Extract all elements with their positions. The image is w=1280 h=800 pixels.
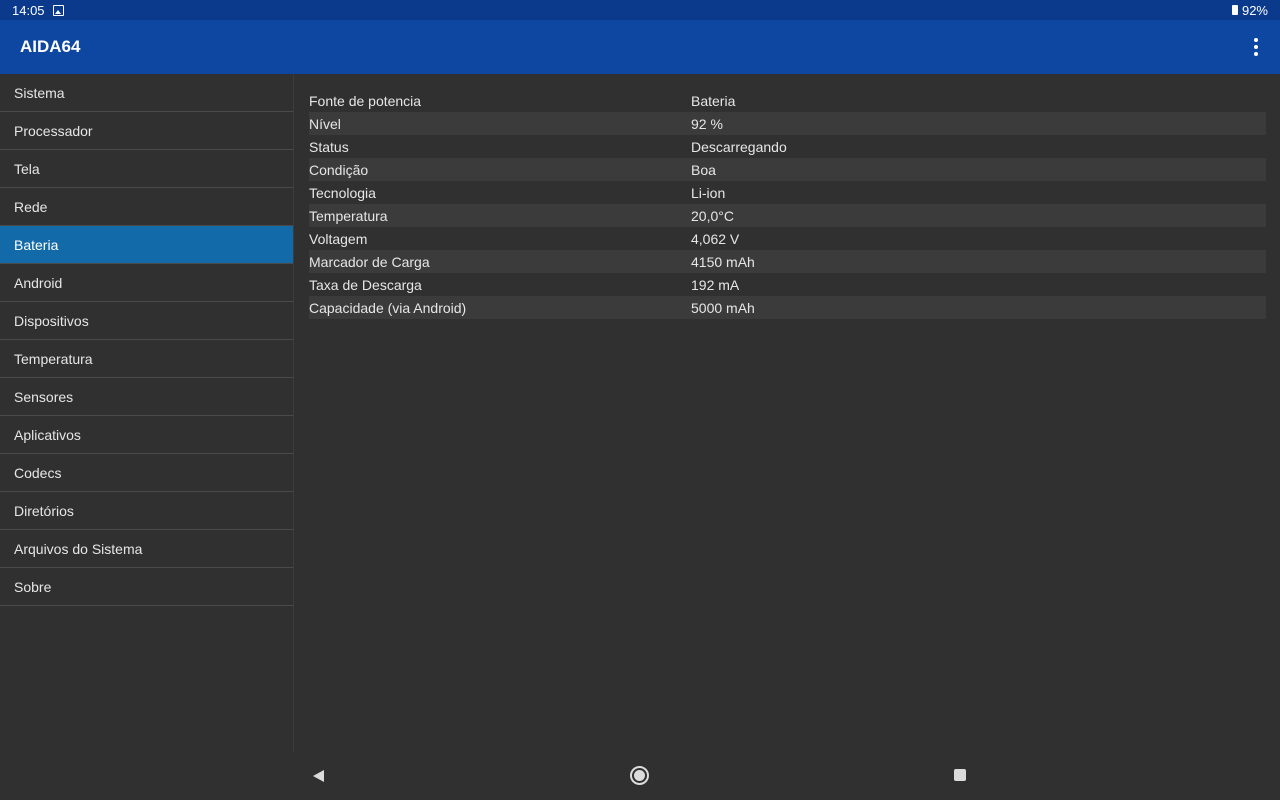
info-row: Tecnologia Li-ion [309, 181, 1266, 204]
info-row: Taxa de Descarga 192 mA [309, 273, 1266, 296]
info-value: Bateria [691, 92, 736, 109]
info-value: 92 % [691, 115, 723, 132]
image-icon [52, 4, 64, 16]
sidebar-item-label: Processador [14, 122, 93, 139]
status-right: 92% [1231, 2, 1268, 18]
info-row: Nível 92 % [309, 112, 1266, 135]
sidebar-item-diretorios[interactable]: Diretórios [0, 492, 293, 530]
sidebar-item-temperatura[interactable]: Temperatura [0, 340, 293, 378]
sidebar-item-label: Sensores [14, 388, 74, 405]
info-value: 5000 mAh [691, 299, 755, 316]
info-value: 4,062 V [691, 230, 740, 247]
info-key: Taxa de Descarga [309, 276, 422, 293]
info-key: Marcador de Carga [309, 253, 430, 270]
info-key: Nível [309, 115, 341, 132]
info-key: Tecnologia [309, 184, 376, 201]
info-key: Fonte de potencia [309, 92, 422, 109]
sidebar-item-codecs[interactable]: Codecs [0, 454, 293, 492]
info-key: Status [309, 138, 349, 155]
info-value: 4150 mAh [691, 253, 755, 270]
sidebar-item-label: Android [14, 274, 63, 291]
sidebar-item-label: Aplicativos [14, 426, 81, 443]
sidebar-item-processador[interactable]: Processador [0, 112, 293, 150]
more-vert-icon[interactable] [1244, 32, 1268, 62]
back-icon[interactable] [313, 770, 324, 782]
home-icon[interactable] [630, 766, 649, 785]
info-row: Fonte de potencia Bateria [309, 89, 1266, 112]
sidebar-item-arquivos-do-sistema[interactable]: Arquivos do Sistema [0, 530, 293, 568]
sidebar-item-aplicativos[interactable]: Aplicativos [0, 416, 293, 454]
sidebar-item-sobre[interactable]: Sobre [0, 568, 293, 606]
sidebar-item-bateria[interactable]: Bateria [0, 226, 293, 264]
app-bar: AIDA64 [0, 20, 1280, 74]
sidebar-item-rede[interactable]: Rede [0, 188, 293, 226]
navigation-bar [0, 752, 1280, 800]
info-value: Descarregando [691, 138, 787, 155]
sidebar-item-label: Codecs [14, 464, 62, 481]
sidebar-item-sistema[interactable]: Sistema [0, 74, 293, 112]
sidebar-item-tela[interactable]: Tela [0, 150, 293, 188]
info-key: Temperatura [309, 207, 388, 224]
sidebar-item-label: Bateria [14, 236, 59, 253]
recents-icon[interactable] [954, 769, 966, 781]
info-key: Voltagem [309, 230, 368, 247]
info-value: Li-ion [691, 184, 726, 201]
info-row: Status Descarregando [309, 135, 1266, 158]
sidebar-item-android[interactable]: Android [0, 264, 293, 302]
info-row: Temperatura 20,0°C [309, 204, 1266, 227]
info-value: 192 mA [691, 276, 740, 293]
sidebar-item-label: Arquivos do Sistema [14, 540, 143, 557]
info-row: Condição Boa [309, 158, 1266, 181]
sidebar-item-sensores[interactable]: Sensores [0, 378, 293, 416]
app-title: AIDA64 [20, 37, 81, 56]
sidebar-item-label: Tela [14, 160, 40, 177]
more-dot-icon [1254, 38, 1258, 42]
battery-percent: 92% [1241, 2, 1268, 18]
battery-icon [1231, 5, 1238, 15]
info-value: 20,0°C [691, 207, 734, 224]
status-left: 14:05 [12, 3, 64, 18]
sidebar-item-dispositivos[interactable]: Dispositivos [0, 302, 293, 340]
status-bar: 14:05 92% [0, 0, 1280, 20]
more-dot-icon [1254, 45, 1258, 49]
sidebar-item-label: Dispositivos [14, 312, 89, 329]
info-key: Condição [309, 161, 369, 178]
sidebar-item-label: Temperatura [14, 350, 93, 367]
more-dot-icon [1254, 52, 1258, 56]
info-value: Boa [691, 161, 716, 178]
battery-details-panel: Fonte de potencia Bateria Nível 92 % Statu… [295, 74, 1280, 752]
info-row: Voltagem 4,062 V [309, 227, 1266, 250]
info-key: Capacidade (via Android) [309, 299, 467, 316]
sidebar-item-label: Sobre [14, 578, 52, 595]
info-row: Capacidade (via Android) 5000 mAh [309, 296, 1266, 319]
sidebar: Sistema Processador Tela Rede Bateria An… [0, 74, 294, 752]
sidebar-item-label: Diretórios [14, 502, 74, 519]
sidebar-item-label: Rede [14, 198, 48, 215]
status-time: 14:05 [12, 2, 45, 18]
sidebar-item-label: Sistema [14, 84, 65, 101]
info-row: Marcador de Carga 4150 mAh [309, 250, 1266, 273]
